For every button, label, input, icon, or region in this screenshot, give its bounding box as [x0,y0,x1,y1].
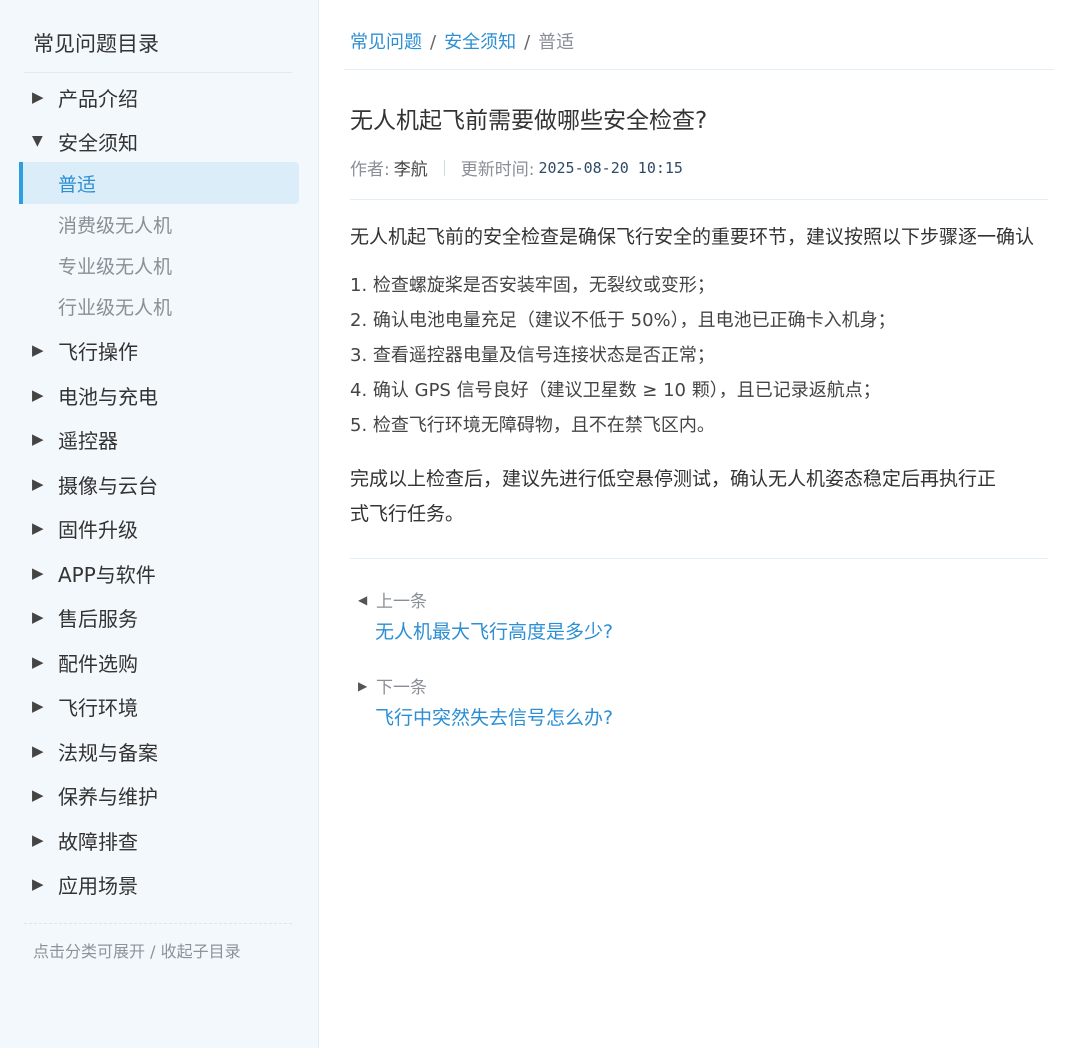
active-item-indicator [19,162,23,204]
caret-right-icon: ▶ [32,652,44,671]
next-article-nav: ▶ 下一条 飞行中突然失去信号怎么办? [358,673,613,730]
sidebar-category-label: APP与软件 [58,562,156,587]
next-label-row: ▶ 下一条 [358,673,613,698]
sidebar-category-use-cases[interactable]: ▶ 应用场景 [32,869,138,899]
list-item: 4. 确认 GPS 信号良好（建议卫星数 ≥ 10 颗），且已记录返航点； [350,380,881,401]
sidebar-category-flight-environment[interactable]: ▶ 飞行环境 [32,691,138,721]
caret-right-icon: ▶ [358,678,368,693]
caret-right-icon: ▶ [32,696,44,715]
meta-divider [350,199,1048,200]
sidebar-subitem-industry[interactable]: 行业级无人机 [58,291,172,321]
caret-right-icon: ▶ [32,518,44,537]
sidebar-category-app-software[interactable]: ▶ APP与软件 [32,558,156,588]
faq-sidebar: 常见问题目录 ▶ 产品介绍 ▼ 安全须知 普适 消费级无人机 专业级无人机 行业… [0,0,319,1048]
list-item: 5. 检查飞行环境无障碍物，且不在禁飞区内。 [350,415,715,436]
sidebar-category-label: 飞行环境 [58,695,138,720]
sidebar-hint: 点击分类可展开 / 收起子目录 [33,942,241,961]
caret-right-icon: ▶ [32,429,44,448]
sidebar-category-label: 固件升级 [58,517,138,542]
caret-right-icon: ▶ [32,87,44,106]
caret-right-icon: ▶ [32,563,44,582]
list-item: 1. 检查螺旋桨是否安装牢固，无裂纹或变形； [350,275,715,296]
breadcrumb-separator: / [524,32,531,53]
sidebar-category-label: 摄像与云台 [58,473,158,498]
caret-right-icon: ▶ [32,741,44,760]
sidebar-category-label: 配件选购 [58,651,138,676]
sidebar-category-label: 电池与充电 [58,384,158,409]
sidebar-category-camera-gimbal[interactable]: ▶ 摄像与云台 [32,469,158,499]
sidebar-category-after-sales[interactable]: ▶ 售后服务 [32,602,138,632]
sidebar-subitem-general[interactable]: 普适 [58,168,96,198]
sidebar-category-label: 应用场景 [58,873,138,898]
list-item: 2. 确认电池电量充足（建议不低于 50%），且电池已正确卡入机身； [350,310,896,331]
caret-left-icon: ◀ [358,592,368,607]
author-name: 李航 [393,160,428,180]
sidebar-category-remote[interactable]: ▶ 遥控器 [32,424,118,454]
sidebar-category-label: 安全须知 [58,130,138,155]
next-label: 下一条 [376,678,427,698]
sidebar-category-maintenance[interactable]: ▶ 保养与维护 [32,780,158,810]
sidebar-category-product-intro[interactable]: ▶ 产品介绍 [32,82,138,112]
sidebar-category-firmware[interactable]: ▶ 固件升级 [32,513,138,543]
caret-right-icon: ▶ [32,785,44,804]
sidebar-category-flight-ops[interactable]: ▶ 飞行操作 [32,335,138,365]
meta-separator [443,159,445,176]
sidebar-category-label: 故障排查 [58,829,138,854]
sidebar-footer-divider [24,923,292,924]
prev-article-link[interactable]: 无人机最大飞行高度是多少? [375,617,613,644]
sidebar-category-troubleshooting[interactable]: ▶ 故障排查 [32,825,138,855]
caret-right-icon: ▶ [32,830,44,849]
caret-down-icon: ▼ [32,133,43,149]
sidebar-category-label: 售后服务 [58,606,138,631]
article-panel: 常见问题 / 安全须知 / 普适 无人机起飞前需要做哪些安全检查? 作者: 李航 更新时… [320,0,1080,1048]
article-conclusion: 完成以上检查后，建议先进行低空悬停测试，确认无人机姿态稳定后再执行正式飞行任务。 [350,468,997,525]
caret-right-icon: ▶ [32,607,44,626]
sidebar-category-label: 遥控器 [58,428,118,453]
article-intro: 无人机起飞前的安全检查是确保飞行安全的重要环节，建议按照以下步骤逐一确认 [350,226,1035,248]
article-meta: 作者: 李航 更新时间: 2025-08-20 10:15 [350,155,683,181]
prev-label-row: ◀ 上一条 [358,587,613,612]
sidebar-title: 常见问题目录 [33,32,159,56]
sidebar-subitem-consumer[interactable]: 消费级无人机 [58,209,172,239]
list-item: 3. 查看遥控器电量及信号连接状态是否正常； [350,345,715,366]
author-label: 作者: [350,160,390,180]
next-article-link[interactable]: 飞行中突然失去信号怎么办? [375,703,613,730]
caret-right-icon: ▶ [32,385,44,404]
sidebar-category-battery[interactable]: ▶ 电池与充电 [32,380,158,410]
article-title: 无人机起飞前需要做哪些安全检查? [350,108,708,134]
article-end-divider [350,558,1048,559]
sidebar-category-safety[interactable]: ▼ 安全须知 [32,126,138,156]
sidebar-category-regulations[interactable]: ▶ 法规与备案 [32,736,158,766]
sidebar-subitem-professional[interactable]: 专业级无人机 [58,250,172,280]
sidebar-category-accessories[interactable]: ▶ 配件选购 [32,647,138,677]
caret-right-icon: ▶ [32,340,44,359]
sidebar-category-label: 产品介绍 [58,86,138,111]
breadcrumb-current: 普适 [538,32,575,53]
update-time-label: 更新时间: [460,160,535,180]
breadcrumb-link-safety[interactable]: 安全须知 [444,32,516,53]
sidebar-category-label: 飞行操作 [58,339,138,364]
breadcrumb-divider [344,69,1054,70]
update-time: 2025-08-20 10:15 [538,158,683,177]
sidebar-category-label: 法规与备案 [58,740,158,765]
sidebar-category-label: 保养与维护 [58,784,158,809]
caret-right-icon: ▶ [32,874,44,893]
prev-label: 上一条 [376,592,427,612]
breadcrumb-link-faq[interactable]: 常见问题 [350,32,422,53]
check-steps-list: 1. 检查螺旋桨是否安装牢固，无裂纹或变形； 2. 确认电池电量充足（建议不低于… [350,271,896,446]
sidebar-divider [24,72,292,73]
breadcrumb-separator: / [430,32,437,53]
prev-article-nav: ◀ 上一条 无人机最大飞行高度是多少? [358,587,613,644]
caret-right-icon: ▶ [32,474,44,493]
breadcrumb: 常见问题 / 安全须知 / 普适 [350,28,574,54]
